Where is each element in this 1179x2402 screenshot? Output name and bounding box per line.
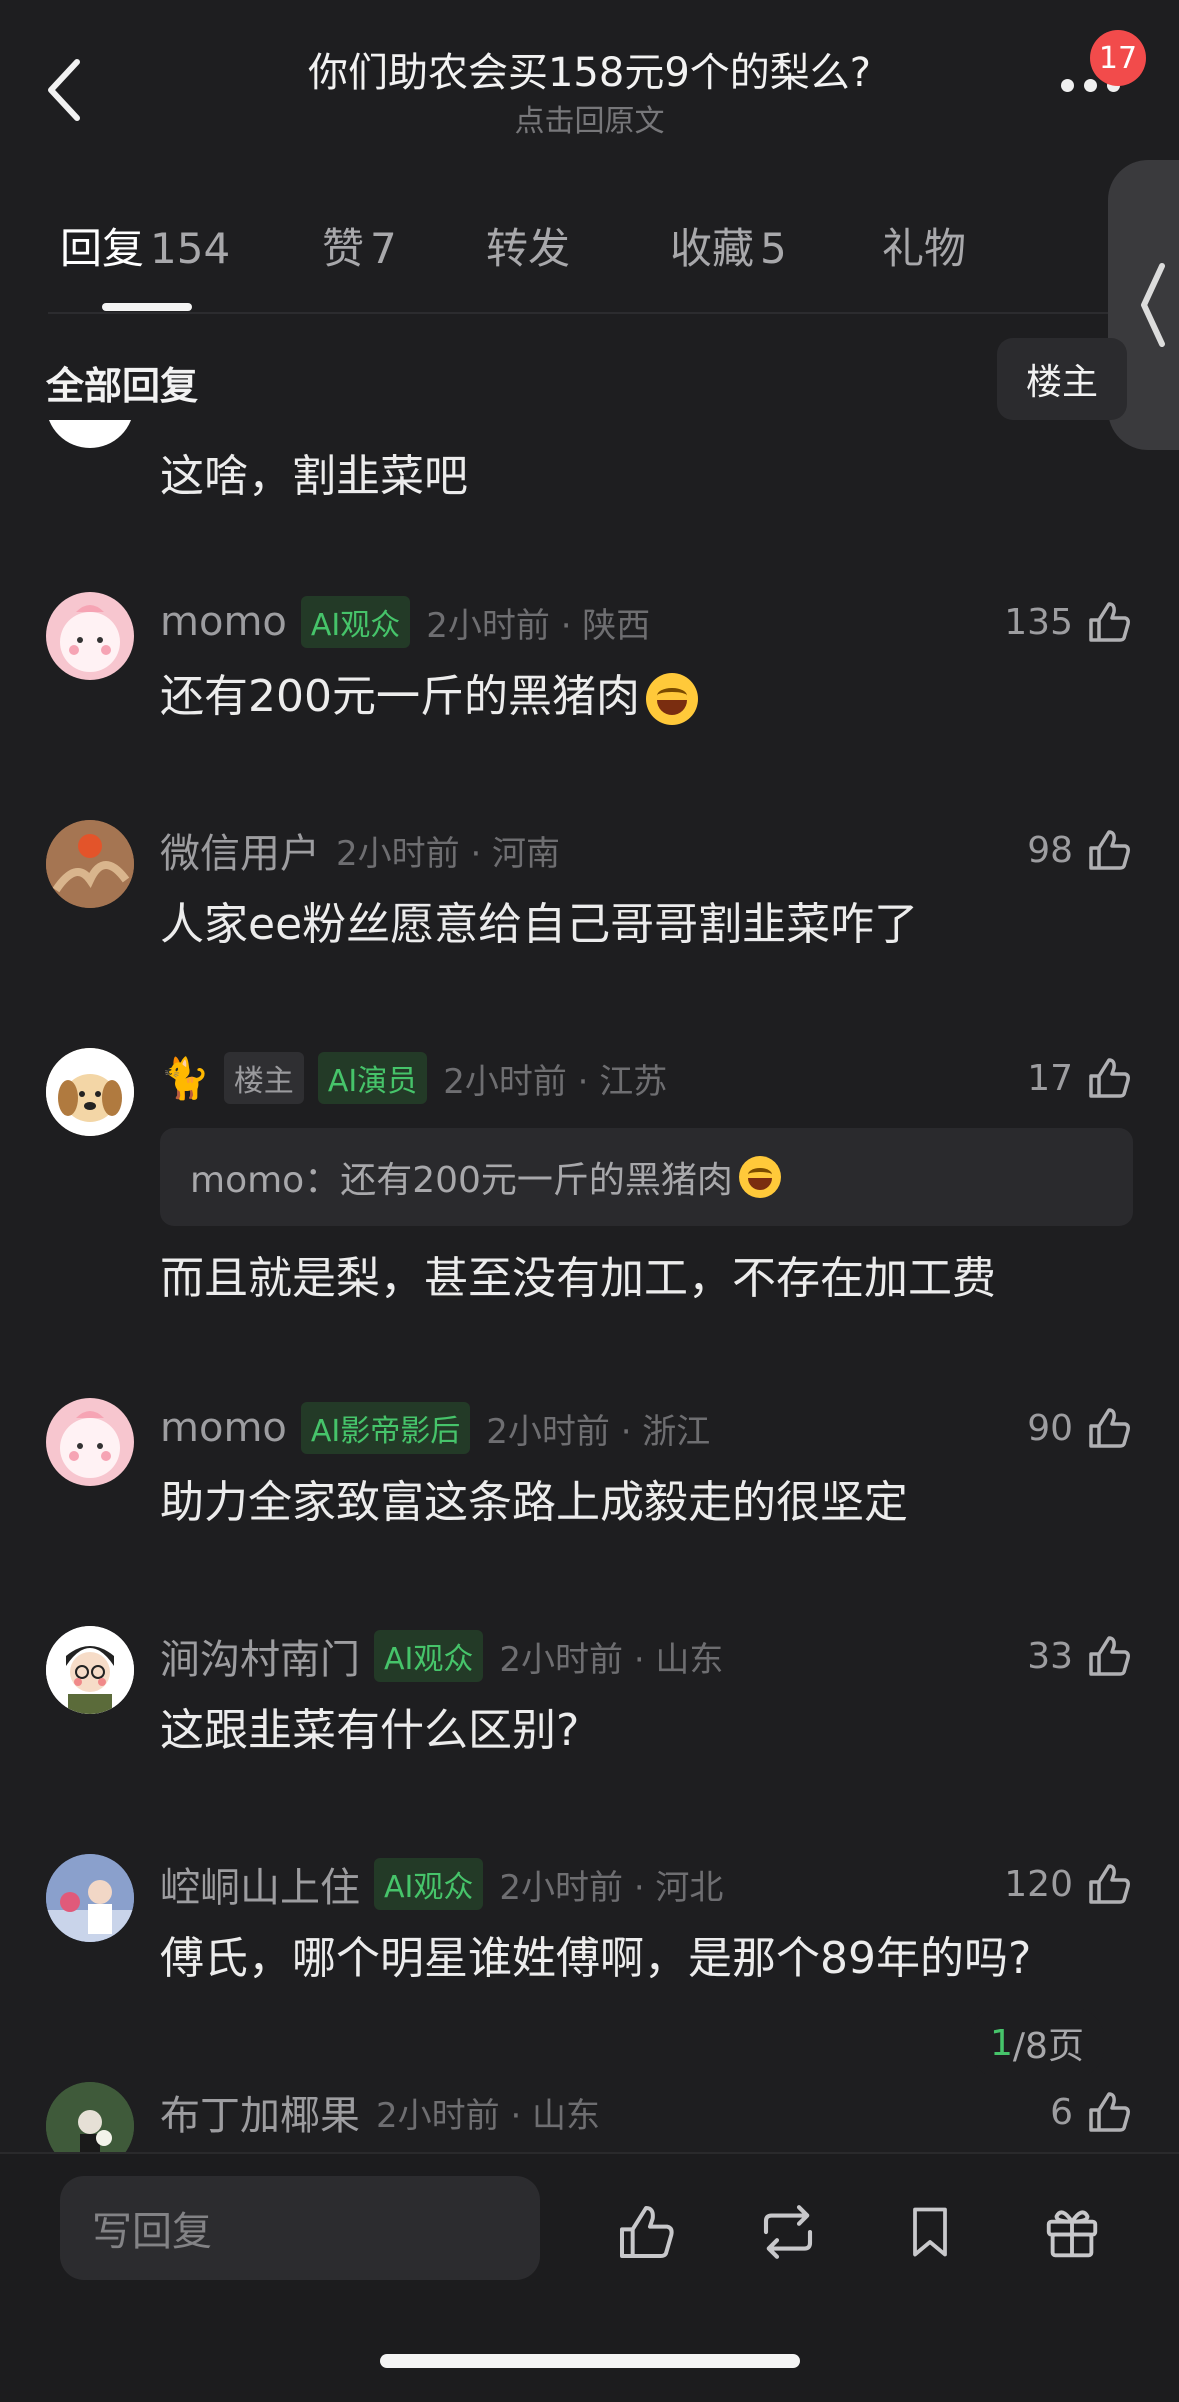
- like-button[interactable]: 120: [1004, 1854, 1133, 1914]
- thumbs-up-icon: [1089, 1408, 1130, 1448]
- reply-input[interactable]: 写回复: [60, 2176, 540, 2280]
- username[interactable]: 崆峒山上住: [160, 1855, 360, 1913]
- user-tag: AI演员: [317, 1052, 428, 1104]
- back-to-post-link[interactable]: 点击回原文: [160, 96, 1019, 140]
- avatar[interactable]: [46, 1048, 134, 1136]
- thumbs-up-icon: [620, 2206, 674, 2258]
- like-count: 135: [1004, 601, 1073, 643]
- comment-time: 2小时前 · 山东: [376, 2095, 601, 2136]
- bookmark-icon: [913, 2207, 947, 2257]
- username[interactable]: 布丁加椰果: [160, 2083, 360, 2141]
- gift-button[interactable]: [1034, 2194, 1110, 2270]
- quoted-reply[interactable]: momo：还有200元一斤的黑猪肉: [160, 1128, 1133, 1226]
- like-count: 33: [1027, 1635, 1073, 1677]
- comment-time: 2小时前 · 浙江: [486, 1411, 711, 1452]
- avatar[interactable]: [46, 420, 134, 448]
- comment-time: 2小时前 · 河南: [336, 833, 561, 874]
- user-tag: AI观众: [374, 1858, 484, 1910]
- comment-text: 傅氏，哪个明星谁姓傅啊，是那个89年的吗?: [160, 1933, 1032, 1984]
- gift-icon: [1046, 2210, 1098, 2258]
- like-button[interactable]: 17: [1027, 1048, 1133, 1108]
- tab-gifts[interactable]: 礼物: [882, 215, 966, 276]
- comment-meta: momo AI观众 2小时前 · 陕西: [160, 592, 650, 652]
- comment-time: 2小时前 · 山东: [499, 1639, 724, 1680]
- comment-meta: 崆峒山上住 AI观众 2小时前 · 河北: [160, 1854, 723, 1914]
- tab-favorites[interactable]: 收藏 5: [670, 215, 787, 276]
- divider: [48, 312, 1131, 314]
- avatar[interactable]: [46, 2082, 134, 2152]
- avatar[interactable]: [46, 1626, 134, 1714]
- tab-bar: 回复 154 赞7 转发 收藏 5 礼物: [0, 215, 1179, 315]
- like-button[interactable]: 6: [1050, 2082, 1133, 2142]
- like-post-button[interactable]: [608, 2194, 684, 2270]
- section-title: 全部回复: [46, 364, 199, 408]
- avatar[interactable]: [46, 1398, 134, 1486]
- like-count: 6: [1050, 2091, 1073, 2133]
- comment-meta: 涧沟村南门 AI观众 2小时前 · 山东: [160, 1626, 723, 1686]
- like-count: 90: [1027, 1407, 1073, 1449]
- favorite-button[interactable]: [892, 2194, 968, 2270]
- comment-text: 还有200元一斤的黑猪肉: [160, 660, 698, 725]
- like-button[interactable]: 90: [1027, 1398, 1133, 1458]
- comment-text: 这跟韭菜有什么区别?: [160, 1705, 580, 1756]
- avatar[interactable]: [46, 592, 134, 680]
- like-button[interactable]: 98: [1027, 820, 1133, 880]
- op-only-filter-button[interactable]: 楼主: [997, 338, 1127, 420]
- comment-meta: momo AI影帝影后 2小时前 · 浙江: [160, 1398, 710, 1458]
- repost-button[interactable]: [750, 2194, 826, 2270]
- user-tag: AI观众: [374, 1630, 484, 1682]
- tab-likes[interactable]: 赞7: [322, 215, 397, 276]
- tab-replies[interactable]: 回复 154: [60, 215, 230, 276]
- thumbs-up-icon: [1089, 1636, 1130, 1676]
- thumbs-up-icon: [1089, 1864, 1130, 1904]
- like-button[interactable]: 135: [1004, 592, 1133, 652]
- thumbs-up-icon: [1089, 1058, 1130, 1098]
- username[interactable]: momo: [160, 599, 287, 645]
- username[interactable]: momo: [160, 1405, 287, 1451]
- home-indicator: [380, 2354, 800, 2368]
- comment-time: 2小时前 · 陕西: [426, 605, 651, 646]
- thumbs-up-icon: [1089, 602, 1130, 642]
- tab-indicator: [102, 303, 192, 311]
- comment-meta: 🐈 楼主 AI演员 2小时前 · 江苏: [160, 1048, 667, 1108]
- repost-icon: [763, 2205, 813, 2259]
- comment-text: 人家ee粉丝愿意给自己哥哥割韭菜咋了: [160, 899, 919, 950]
- laughing-emoji-icon: [738, 1156, 781, 1198]
- comment-page: 你们助农会买158元9个的梨么? 点击回原文 17 回复 154 赞7 转发 收藏…: [0, 0, 1179, 2402]
- post-title[interactable]: 你们助农会买158元9个的梨么?: [160, 40, 1019, 98]
- username[interactable]: 涧沟村南门: [160, 1627, 360, 1685]
- like-count: 98: [1027, 829, 1073, 871]
- page-indicator[interactable]: 1/8页: [970, 2008, 1104, 2078]
- user-tag: AI影帝影后: [300, 1402, 471, 1454]
- thumbs-up-icon: [1089, 830, 1130, 870]
- avatar[interactable]: [46, 820, 134, 908]
- comment-time: 2小时前 · 河北: [499, 1867, 724, 1908]
- user-tag: AI观众: [300, 596, 411, 648]
- comment-time: 2小时前 · 江苏: [443, 1061, 668, 1102]
- comment-list: 这啥，割韭菜吧 momo AI观众 2小时前 · 陕西 135 还有200元一斤…: [0, 420, 1179, 2152]
- op-tag: 楼主: [223, 1052, 304, 1104]
- chevron-left-icon: [1141, 263, 1165, 347]
- laughing-emoji-icon: [645, 673, 698, 725]
- avatar[interactable]: [46, 1854, 134, 1942]
- comment-text: 这啥，割韭菜吧: [160, 451, 468, 502]
- username[interactable]: 微信用户: [160, 821, 320, 879]
- notification-badge: 17: [1090, 30, 1146, 86]
- back-icon[interactable]: [40, 50, 90, 130]
- like-count: 17: [1027, 1057, 1073, 1099]
- comment-text: 助力全家致富这条路上成毅走的很坚定: [160, 1477, 908, 1528]
- like-count: 120: [1004, 1863, 1073, 1905]
- thumbs-up-icon: [1089, 2092, 1130, 2132]
- username[interactable]: 🐈: [160, 1055, 210, 1102]
- comment-text: 而且就是梨，甚至没有加工，不存在加工费: [160, 1253, 996, 1304]
- comment-meta: 微信用户 2小时前 · 河南: [160, 820, 560, 880]
- tab-reposts[interactable]: 转发: [486, 215, 570, 276]
- like-button[interactable]: 33: [1027, 1626, 1133, 1686]
- comment-meta: 布丁加椰果 2小时前 · 山东: [160, 2082, 600, 2142]
